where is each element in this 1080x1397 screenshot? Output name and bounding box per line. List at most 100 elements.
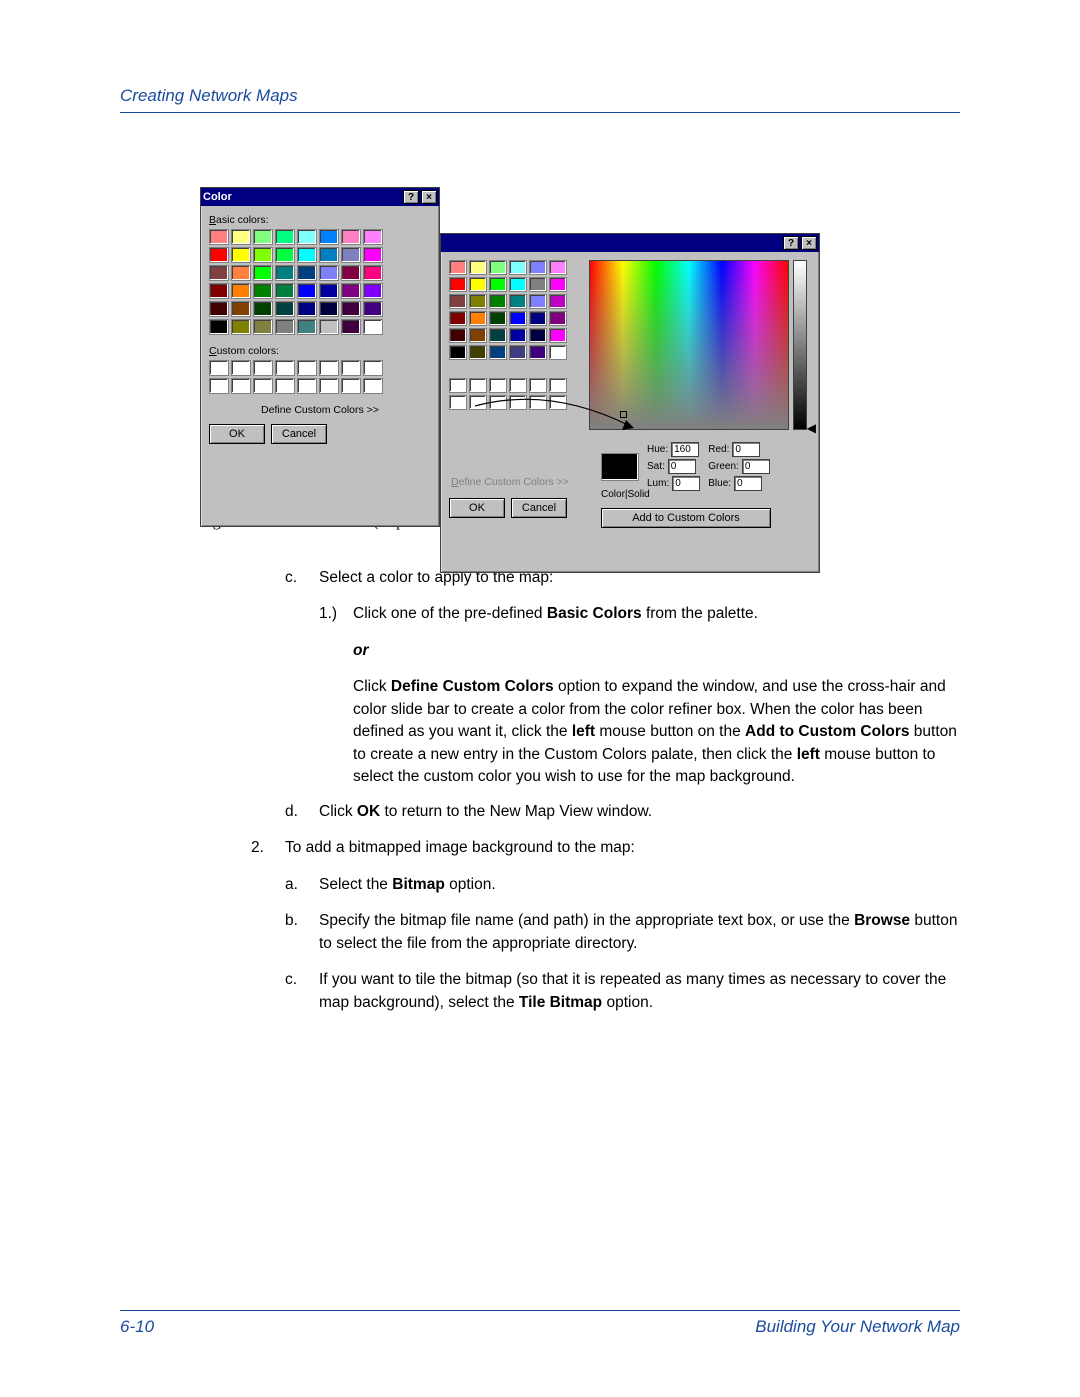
custom-color-slot[interactable] (231, 378, 251, 394)
cancel-button[interactable]: Cancel (271, 424, 327, 444)
color-swatch[interactable] (469, 294, 487, 309)
custom-color-slot[interactable] (253, 378, 273, 394)
color-swatch[interactable] (319, 283, 339, 299)
custom-color-slot[interactable] (275, 378, 295, 394)
color-swatch[interactable] (509, 345, 527, 360)
blue-input[interactable] (734, 476, 762, 491)
color-swatch[interactable] (319, 301, 339, 317)
close-icon[interactable]: × (421, 190, 437, 204)
custom-color-slot[interactable] (231, 360, 251, 376)
custom-color-slot[interactable] (319, 360, 339, 376)
color-swatch[interactable] (469, 277, 487, 292)
color-swatch[interactable] (529, 294, 547, 309)
color-swatch[interactable] (297, 319, 317, 335)
color-swatch[interactable] (209, 247, 229, 263)
custom-color-slot[interactable] (449, 378, 467, 393)
luminosity-slider[interactable]: ◀ (793, 260, 807, 430)
custom-color-slot[interactable] (449, 395, 467, 410)
color-swatch[interactable] (275, 229, 295, 245)
color-swatch[interactable] (209, 283, 229, 299)
color-swatch[interactable] (549, 345, 567, 360)
color-swatch[interactable] (231, 301, 251, 317)
color-swatch[interactable] (231, 265, 251, 281)
color-swatch[interactable] (449, 294, 467, 309)
color-swatch[interactable] (363, 247, 383, 263)
custom-color-slot[interactable] (489, 395, 507, 410)
custom-color-slot[interactable] (469, 395, 487, 410)
color-swatch[interactable] (231, 319, 251, 335)
basic-colors-grid-b[interactable] (449, 260, 579, 360)
custom-color-slot[interactable] (363, 360, 383, 376)
custom-color-slot[interactable] (341, 378, 361, 394)
color-swatch[interactable] (449, 260, 467, 275)
color-swatch[interactable] (209, 229, 229, 245)
custom-color-slot[interactable] (209, 378, 229, 394)
custom-color-slot[interactable] (529, 395, 547, 410)
color-swatch[interactable] (275, 301, 295, 317)
color-swatch[interactable] (341, 319, 361, 335)
color-swatch[interactable] (209, 301, 229, 317)
help-icon[interactable]: ? (403, 190, 419, 204)
custom-color-slot[interactable] (297, 360, 317, 376)
color-swatch[interactable] (363, 265, 383, 281)
close-icon[interactable]: × (801, 236, 817, 250)
color-swatch[interactable] (509, 311, 527, 326)
color-swatch[interactable] (253, 229, 273, 245)
color-swatch[interactable] (341, 247, 361, 263)
ok-button[interactable]: OK (209, 424, 265, 444)
color-swatch[interactable] (509, 328, 527, 343)
color-swatch[interactable] (469, 328, 487, 343)
color-swatch[interactable] (319, 229, 339, 245)
red-input[interactable] (732, 442, 760, 457)
color-swatch[interactable] (275, 319, 295, 335)
color-swatch[interactable] (469, 345, 487, 360)
ok-button[interactable]: OK (449, 498, 505, 518)
color-swatch[interactable] (363, 229, 383, 245)
custom-color-slot[interactable] (469, 378, 487, 393)
color-swatch[interactable] (231, 229, 251, 245)
color-swatch[interactable] (341, 283, 361, 299)
color-swatch[interactable] (275, 247, 295, 263)
color-swatch[interactable] (509, 294, 527, 309)
color-swatch[interactable] (529, 260, 547, 275)
add-to-custom-colors-button[interactable]: Add to Custom Colors (601, 508, 771, 528)
color-swatch[interactable] (529, 328, 547, 343)
color-swatch[interactable] (509, 260, 527, 275)
color-swatch[interactable] (275, 265, 295, 281)
color-swatch[interactable] (449, 311, 467, 326)
color-swatch[interactable] (363, 319, 383, 335)
custom-color-slot[interactable] (253, 360, 273, 376)
sat-input[interactable] (668, 459, 696, 474)
basic-colors-grid[interactable] (209, 229, 431, 335)
custom-color-slot[interactable] (209, 360, 229, 376)
custom-colors-grid[interactable] (209, 360, 431, 394)
color-swatch[interactable] (509, 277, 527, 292)
color-swatch[interactable] (297, 229, 317, 245)
custom-color-slot[interactable] (549, 395, 567, 410)
color-swatch[interactable] (489, 260, 507, 275)
color-swatch[interactable] (489, 328, 507, 343)
color-swatch[interactable] (529, 345, 547, 360)
color-swatch[interactable] (549, 277, 567, 292)
color-swatch[interactable] (297, 247, 317, 263)
custom-color-slot[interactable] (549, 378, 567, 393)
color-swatch[interactable] (297, 283, 317, 299)
hue-input[interactable] (671, 442, 699, 457)
color-swatch[interactable] (363, 301, 383, 317)
color-swatch[interactable] (253, 283, 273, 299)
custom-color-slot[interactable] (489, 378, 507, 393)
help-icon[interactable]: ? (783, 236, 799, 250)
color-swatch[interactable] (253, 301, 273, 317)
lum-input[interactable] (672, 476, 700, 491)
color-swatch[interactable] (489, 277, 507, 292)
color-swatch[interactable] (449, 328, 467, 343)
color-swatch[interactable] (489, 311, 507, 326)
color-swatch[interactable] (449, 277, 467, 292)
color-swatch[interactable] (319, 247, 339, 263)
color-swatch[interactable] (469, 311, 487, 326)
color-swatch[interactable] (319, 265, 339, 281)
color-swatch[interactable] (319, 319, 339, 335)
color-swatch[interactable] (469, 260, 487, 275)
define-custom-colors-button[interactable]: Define Custom Colors >> (259, 404, 381, 416)
color-swatch[interactable] (341, 301, 361, 317)
